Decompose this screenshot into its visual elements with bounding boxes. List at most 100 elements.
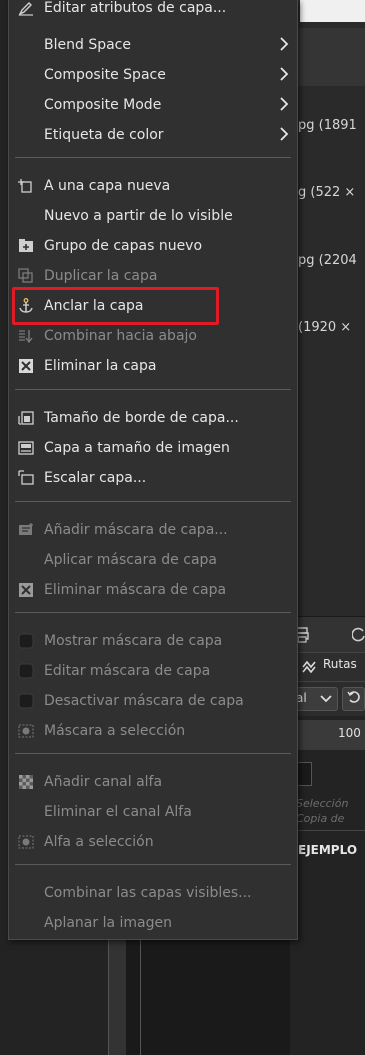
alpha-channel-icon (18, 774, 34, 790)
menu-item-label: Blend Space (44, 37, 131, 53)
menu-separator (15, 753, 291, 754)
menu-item-remove-alpha-channel[interactable]: Eliminar el canal Alfa (9, 798, 297, 826)
layers-list (290, 86, 365, 616)
menu-item-label: Composite Mode (44, 97, 162, 113)
menu-item-label: Tamaño de borde de capa... (44, 410, 239, 426)
menu-item-label: A una capa nueva (44, 178, 171, 194)
menu-item-label: Editar máscara de capa (44, 663, 211, 679)
menu-item-label: Añadir máscara de capa... (44, 522, 228, 538)
menu-item-merge-down[interactable]: Combinar hacia abajo (9, 322, 297, 350)
screenshot-root: pg (1891 g (522 × pg (2204 (1920 × Rutas… (0, 0, 365, 1055)
menu-item-label: Etiqueta de color (44, 127, 164, 143)
menu-item-edit-layer-mask[interactable]: Editar máscara de capa (9, 657, 297, 685)
lock-toggle[interactable] (296, 762, 312, 786)
menu-item-label: Escalar capa... (44, 470, 147, 486)
menu-item-label: Aplicar máscara de capa (44, 552, 217, 568)
vertical-scrollbar[interactable] (108, 940, 127, 1055)
menu-item-label: Eliminar el canal Alfa (44, 804, 192, 820)
refresh-icon[interactable] (352, 627, 365, 643)
layer-row-4-label[interactable]: (1920 × (298, 320, 351, 335)
duplicate-icon (18, 268, 34, 284)
menu-item-duplicate-layer[interactable]: Duplicar la capa (9, 262, 297, 290)
menu-item-disable-layer-mask[interactable]: Desactivar máscara de capa (9, 687, 297, 715)
merge-down-icon (18, 328, 34, 344)
boundary-size-icon (18, 410, 34, 426)
menu-item-label: Grupo de capas nuevo (44, 238, 203, 254)
menu-item-alpha-to-selection[interactable]: Alfa a selección (9, 828, 297, 856)
menu-item-label: Máscara a selección (44, 723, 186, 739)
add-mask-icon (18, 522, 34, 538)
submenu-arrow-icon (280, 37, 289, 51)
paths-icon (302, 661, 316, 673)
layer-row-1-label[interactable]: pg (1891 (298, 118, 357, 133)
menu-item-label: Eliminar la capa (44, 358, 157, 374)
checkbox-icon (18, 633, 34, 649)
menu-item-label: Desactivar máscara de capa (44, 693, 244, 709)
menu-item-color-tag[interactable]: Etiqueta de color (9, 121, 297, 149)
menu-item-add-alpha-channel[interactable]: Añadir canal alfa (9, 768, 297, 796)
delete-icon (18, 358, 34, 374)
checkbox-icon (18, 693, 34, 709)
menu-item-label: Capa a tamaño de imagen (44, 440, 230, 456)
menu-separator (15, 157, 291, 158)
menu-separator (15, 864, 291, 865)
menu-item-label: Combinar las capas visibles... (44, 885, 252, 901)
submenu-arrow-icon (280, 67, 289, 81)
menu-item-composite-space[interactable]: Composite Space (9, 61, 297, 89)
menu-separator (15, 612, 291, 613)
menu-item-label: Eliminar máscara de capa (44, 582, 227, 598)
menu-item-to-new-layer[interactable]: A una capa nueva (9, 172, 297, 200)
layer-to-image-size-icon (18, 440, 34, 456)
submenu-arrow-icon (280, 97, 289, 111)
menu-item-layer-to-image-size[interactable]: Capa a tamaño de imagen (9, 434, 297, 462)
menu-item-mask-to-selection[interactable]: Máscara a selección (9, 717, 297, 745)
opacity-value: 100 (338, 726, 361, 740)
menu-item-apply-layer-mask[interactable]: Aplicar máscara de capa (9, 546, 297, 574)
mode-select[interactable]: al (292, 687, 338, 711)
selection-hint-line-1: Selección (296, 797, 349, 810)
layer-row-2-label[interactable]: g (522 × (298, 185, 355, 200)
edit-attributes-icon (18, 0, 34, 16)
layer-row-3-label[interactable]: pg (2204 (298, 253, 357, 268)
menu-item-blend-space[interactable]: Blend Space (9, 31, 297, 59)
scale-layer-icon (18, 470, 34, 486)
menu-item-label: Duplicar la capa (44, 268, 158, 284)
new-layer-icon (18, 178, 34, 194)
menu-item-label: Mostrar máscara de capa (44, 633, 223, 649)
menu-item-label: Alfa a selección (44, 834, 154, 850)
delete-mask-icon (18, 582, 34, 598)
menu-separator (15, 389, 291, 390)
menu-item-new-layer-group[interactable]: Grupo de capas nuevo (9, 232, 297, 260)
layers-toolbar (290, 616, 365, 657)
chevron-down-icon (320, 695, 332, 703)
menu-item-delete-layer[interactable]: Eliminar la capa (9, 352, 297, 380)
alpha-to-selection-icon (18, 834, 34, 850)
menu-item-new-from-visible[interactable]: Nuevo a partir de lo visible (9, 202, 297, 230)
selection-hint-line-2: Copia de (296, 812, 345, 825)
menu-item-scale-layer[interactable]: Escalar capa... (9, 464, 297, 492)
menu-item-edit-layer-attributes[interactable]: Editar atributos de capa... (9, 0, 297, 22)
menu-item-delete-layer-mask[interactable]: Eliminar máscara de capa (9, 576, 297, 604)
menu-item-label: Aplanar la imagen (44, 915, 172, 931)
submenu-arrow-icon (280, 127, 289, 141)
menu-item-label: Composite Space (44, 67, 166, 83)
paths-tab-label: Rutas (323, 657, 357, 671)
menu-item-label: Añadir canal alfa (44, 774, 163, 790)
menu-item-label: Nuevo a partir de lo visible (44, 208, 233, 224)
mask-to-selection-icon (18, 723, 34, 739)
menu-item-label: Editar atributos de capa... (44, 0, 227, 16)
menu-item-composite-mode[interactable]: Composite Mode (9, 91, 297, 119)
menu-item-show-layer-mask[interactable]: Mostrar máscara de capa (9, 627, 297, 655)
menu-item-flatten-image[interactable]: Aplanar la imagen (9, 909, 297, 937)
checkbox-icon (18, 663, 34, 679)
menu-item-merge-visible-layers[interactable]: Combinar las capas visibles... (9, 879, 297, 907)
layer-name-ejemplo[interactable]: EJEMPLO (298, 843, 357, 857)
menu-item-add-layer-mask[interactable]: Añadir máscara de capa... (9, 516, 297, 544)
menu-item-layer-boundary-size[interactable]: Tamaño de borde de capa... (9, 404, 297, 432)
menu-separator (15, 501, 291, 502)
undo-icon (346, 691, 360, 703)
mode-reset-button[interactable] (342, 687, 365, 711)
layers-panel-header (290, 28, 365, 87)
layer-context-menu: Editar atributos de capa... Blend Space … (8, 0, 298, 940)
canvas-border (140, 940, 290, 1055)
